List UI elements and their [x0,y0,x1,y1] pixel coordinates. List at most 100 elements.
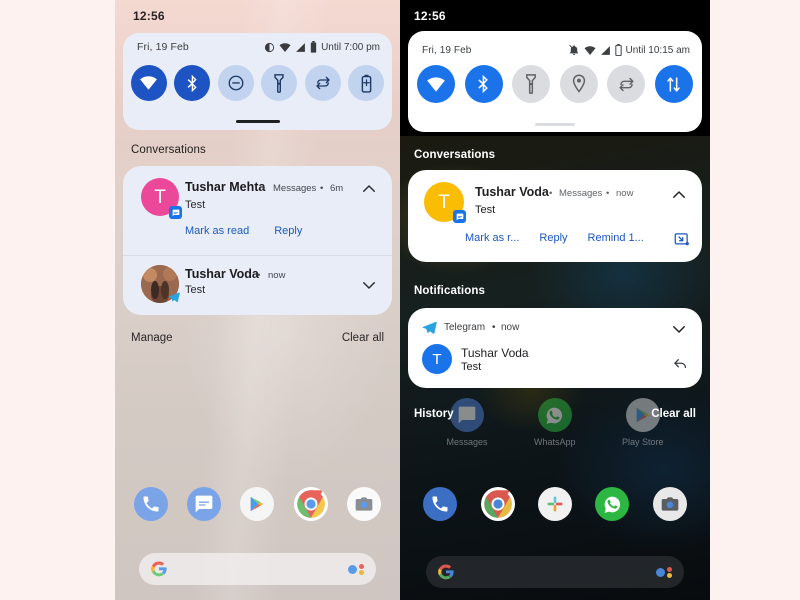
google-g-icon [438,564,454,580]
battery-status-text: Until 7:00 pm [321,41,380,53]
location-icon [572,74,585,93]
avatar-letter: T [438,191,450,213]
battery-icon [310,41,317,53]
messages-app-icon[interactable] [187,487,222,521]
telegram-icon [422,321,437,334]
status-clock: 12:56 [133,9,165,23]
chrome-app-icon[interactable] [293,487,328,521]
notification-separator: • [492,322,496,333]
qs-status-icons: Until 10:15 am [568,44,690,56]
google-search-bar[interactable] [426,556,684,588]
notification-footer: History Clear all [400,408,710,420]
clear-all-button[interactable]: Clear all [342,332,384,344]
qs-date: Fri, 19 Feb [137,41,189,53]
quick-settings-panel: Fri, 19 Feb Until 10:15 am [408,31,702,132]
notification-time: now [501,322,520,333]
silent-bell-icon [568,44,580,56]
flashlight-tile[interactable] [512,65,551,103]
bluetooth-tile[interactable] [174,65,211,101]
notification-separator-2: • [320,183,324,194]
auto-rotate-icon [316,76,330,90]
conversation-tushar-mehta[interactable]: T Tushar Mehta • Messages • 6m Test Mark… [123,166,392,255]
camera-app-icon[interactable] [652,487,687,521]
remind-me-button[interactable]: Remind 1... [588,232,644,244]
wifi-icon [427,76,446,92]
mark-as-read-button[interactable]: Mark as r... [465,232,519,244]
conversation-tushar-voda[interactable]: T Tushar Voda • Messages • now Test Mark… [408,170,702,262]
app-label: Messages [446,437,488,447]
notification-actions: Mark as r... Reply Remind 1... [465,232,644,244]
whatsapp-app-icon[interactable] [595,487,630,521]
phone-app-icon[interactable] [423,487,458,521]
qs-drag-handle[interactable] [535,123,575,126]
camera-app-icon[interactable] [346,487,381,521]
auto-rotate-tile[interactable] [304,65,341,101]
notification-app: Messages [273,183,317,194]
notification-app: Telegram [444,322,486,333]
wifi-icon [584,45,596,56]
assistant-icon[interactable] [348,563,364,575]
qs-date: Fri, 19 Feb [422,45,472,56]
auto-rotate-tile[interactable] [607,65,646,103]
quick-settings-tiles [408,65,702,103]
history-button[interactable]: History [414,408,454,420]
chevron-up-icon[interactable] [360,180,378,198]
wifi-tile[interactable] [417,65,456,103]
messages-app-icon[interactable]: Messages [446,398,488,447]
chevron-up-icon[interactable] [670,186,688,204]
do-not-disturb-tile[interactable] [217,65,254,101]
flashlight-icon [526,74,537,94]
auto-rotate-icon [619,77,634,91]
qs-status-icons: Until 7:00 pm [264,41,380,53]
chrome-app-icon[interactable] [480,487,515,521]
conversations-section-label: Conversations [414,149,496,161]
reply-button[interactable]: Reply [539,232,567,244]
slack-app-icon[interactable] [537,487,572,521]
left-status-bar: 12:56 [115,0,400,34]
play-store-app-icon[interactable]: Play Store [622,398,664,447]
clear-all-button[interactable]: Clear all [651,408,696,420]
reply-button[interactable]: Reply [274,225,302,237]
mark-as-read-button[interactable]: Mark as read [185,225,249,237]
left-dock [115,487,400,521]
right-phone-screen: Messages WhatsApp Play Store 12:56 Fri, … [400,0,710,600]
bluetooth-tile[interactable] [464,65,503,103]
reply-arrow-icon[interactable] [672,354,689,371]
qs-drag-handle[interactable] [235,119,280,123]
chevron-down-icon[interactable] [670,320,688,338]
bubble-icon[interactable] [674,232,689,247]
manage-button[interactable]: Manage [131,332,173,344]
messages-icon [169,206,182,219]
right-status-bar: 12:56 [400,0,710,34]
mobile-data-icon [667,76,680,92]
notification-title: Tushar Voda [475,185,549,199]
notification-title: Tushar Voda [461,346,529,360]
play-store-app-icon[interactable] [240,487,275,521]
assistant-icon[interactable] [656,566,672,578]
wifi-icon [140,76,157,90]
notification-body: Test [461,361,482,373]
signal-icon [295,42,306,53]
conversation-tushar-voda[interactable]: Tushar Voda • now Test [123,256,392,315]
flashlight-tile[interactable] [261,65,298,101]
notifications-section-label: Notifications [414,285,485,297]
status-clock: 12:56 [414,9,446,23]
chevron-down-icon[interactable] [360,276,378,294]
avatar-letter: T [154,186,166,208]
notification-telegram[interactable]: Telegram • now T Tushar Voda Test [408,308,702,388]
whatsapp-app-icon[interactable]: WhatsApp [534,398,576,447]
notification-body: Test [475,204,496,216]
google-g-icon [151,561,167,577]
location-tile[interactable] [559,65,598,103]
battery-saver-tile[interactable] [348,65,385,101]
notification-body: Test [185,284,206,296]
google-search-bar[interactable] [139,553,376,585]
notification-actions: Mark as read Reply [185,225,302,237]
wifi-tile[interactable] [130,65,167,101]
notification-body: Test [185,199,206,211]
notification-separator-1: • [262,183,266,194]
mobile-data-tile[interactable] [654,65,693,103]
signal-icon [600,45,611,56]
phone-app-icon[interactable] [134,487,169,521]
notification-separator-2: • [606,188,610,199]
